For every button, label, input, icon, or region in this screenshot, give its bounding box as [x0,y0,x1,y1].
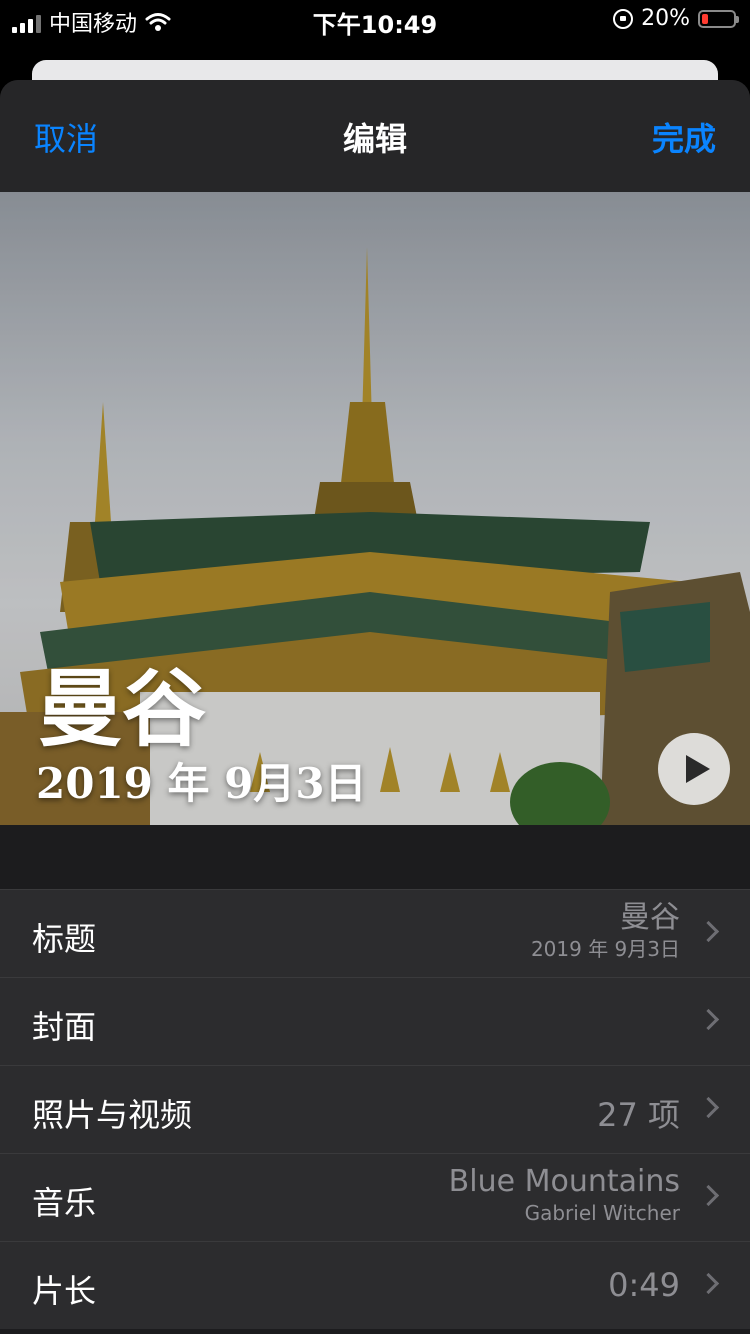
row-photos-videos[interactable]: 照片与视频 27 项 [0,1065,750,1153]
title-value: 曼谷 [620,900,680,935]
row-label: 封面 [32,1008,97,1046]
play-button[interactable] [658,733,730,805]
settings-list: 标题 曼谷 2019 年 9月3日 封面 照片与视频 27 项 音乐 Blue … [0,889,750,1329]
row-title[interactable]: 标题 曼谷 2019 年 9月3日 [0,889,750,977]
title-date-value: 2019 年 9月3日 [530,937,680,961]
memory-title: 曼谷 [38,660,207,758]
memory-cover-photo[interactable]: 曼谷 2019 年 9月3日 [0,192,750,825]
row-value: Blue Mountains Gabriel Witcher [449,1164,680,1226]
row-label: 照片与视频 [32,1096,193,1134]
music-artist-value: Gabriel Witcher [524,1201,680,1225]
row-value: 27 项 [597,1096,680,1134]
row-label: 标题 [32,920,97,958]
chevron-right-icon [697,1008,720,1031]
orientation-lock-icon [613,8,634,29]
play-icon [686,755,710,783]
done-button[interactable]: 完成 [652,114,716,160]
music-title-value: Blue Mountains [448,1164,680,1199]
row-label: 片长 [32,1272,97,1310]
chevron-right-icon [697,1272,720,1295]
row-value: 曼谷 2019 年 9月3日 [531,900,680,962]
cancel-button[interactable]: 取消 [34,114,98,160]
battery-icon [698,9,739,28]
edit-sheet: 取消 编辑 完成 曼谷 2019 年 9月3日 标题 曼谷 2019 年 9月3… [0,80,750,1334]
battery-percentage: 20% [641,6,690,31]
memory-date: 2019 年 9月3日 [36,759,367,808]
chevron-right-icon [697,1184,720,1207]
row-music[interactable]: 音乐 Blue Mountains Gabriel Witcher [0,1153,750,1241]
chevron-right-icon [697,920,720,943]
row-duration[interactable]: 片长 0:49 [0,1241,750,1329]
row-cover[interactable]: 封面 [0,977,750,1065]
nav-title: 编辑 [342,120,407,158]
row-value: 0:49 [608,1266,680,1304]
chevron-right-icon [697,1096,720,1119]
status-bar: 中国移动 下午10:49 20% [0,0,750,40]
row-label: 音乐 [32,1184,97,1222]
nav-bar: 取消 编辑 完成 [0,80,750,192]
